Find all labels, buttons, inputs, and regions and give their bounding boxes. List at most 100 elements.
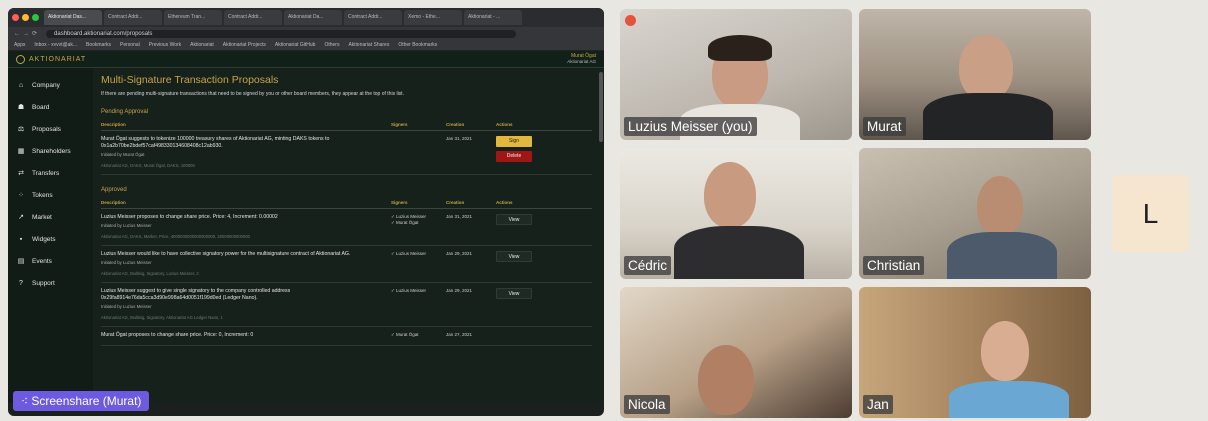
scrollbar[interactable] (599, 72, 603, 142)
table-row: Murat Ögat suggests to tokenize 100000 t… (101, 131, 592, 175)
view-button[interactable]: View (496, 251, 532, 262)
proposal-date: Jan 27, 2021 (446, 332, 473, 337)
browser-tab[interactable]: Aktionariat Da... (284, 10, 342, 25)
help-icon: ? (19, 279, 23, 287)
proposal-description: Murat Ögat suggests to tokenize 100000 t… (101, 136, 330, 149)
bookmark[interactable]: Previous Work (149, 42, 181, 48)
browser-tab[interactable]: Aktionariat - ... (464, 10, 522, 25)
participant-tile[interactable]: Cédric (620, 148, 852, 279)
bookmark[interactable]: Inbox - xvvvt@ak... (34, 42, 77, 48)
participant-video (947, 232, 1057, 279)
sidebar-item-transfers[interactable]: ⇄ Transfers (8, 162, 93, 184)
proposal-description: Murat Ögat proposes to change share pric… (101, 332, 254, 338)
sidebar-item-events[interactable]: ▤ Events (8, 250, 93, 272)
participant-video (977, 176, 1023, 236)
sidebar-item-market[interactable]: ↗ Market (8, 206, 93, 228)
participant-video (981, 321, 1029, 381)
browser-tab[interactable]: Contract Addr... (344, 10, 402, 25)
bookmarks-bar: Apps Inbox - xvvvt@ak... Bookmarks Perso… (8, 40, 604, 51)
browser-tab[interactable]: Ethereum Tran... (164, 10, 222, 25)
sidebar-item-label: Company (32, 81, 60, 89)
browser-tab-bar: Aktionariat Das... Contract Addr... Ethe… (8, 8, 604, 27)
sidebar: ⌂ Company ☗ Board ⚖ Proposals ▦ Shareholders… (8, 68, 93, 403)
home-icon: ⌂ (18, 81, 24, 89)
proposal-signers: ✓ Luzius Meisser ✓ Murat Ögat (391, 214, 427, 225)
sidebar-item-label: Board (32, 103, 50, 111)
proposal-signers: ✓ Murat Ögat (391, 332, 419, 337)
participant-video (698, 345, 754, 415)
participant-tile[interactable]: Luzius Meisser (you) (620, 9, 852, 140)
screen-share-panel[interactable]: Aktionariat Das... Contract Addr... Ethe… (8, 8, 604, 416)
participant-name: Christian (863, 256, 925, 275)
sidebar-item-board[interactable]: ☗ Board (8, 96, 93, 118)
sidebar-item-company[interactable]: ⌂ Company (8, 74, 93, 96)
bookmark[interactable]: Bookmarks (86, 42, 111, 48)
participant-avatar[interactable]: L (1112, 175, 1189, 252)
column-header: Description (101, 122, 126, 127)
sidebar-item-support[interactable]: ? Support (8, 272, 93, 294)
app-header: AKTIONARIAT Murat Ögat Aktionariat AG (8, 51, 604, 68)
participant-tile[interactable]: Christian (859, 148, 1091, 279)
table-row: Murat Ögat proposes to change share pric… (101, 327, 592, 346)
proposal-meta: Aktionariat AG, DAKS, Market, Price, 400… (101, 234, 250, 239)
user-menu[interactable]: Murat Ögat Aktionariat AG (567, 53, 596, 65)
bookmark[interactable]: Others (324, 42, 339, 48)
participant-tile[interactable]: Murat (859, 9, 1091, 140)
sidebar-item-proposals[interactable]: ⚖ Proposals (8, 118, 93, 140)
brand-name: AKTIONARIAT (29, 55, 87, 63)
bookmark[interactable]: Apps (14, 42, 25, 48)
bookmark[interactable]: Personal (120, 42, 140, 48)
table-row: Luzius Meisser would like to have collec… (101, 246, 592, 283)
pending-heading: Pending Approval (101, 109, 149, 115)
approved-heading: Approved (101, 187, 127, 193)
sidebar-item-label: Tokens (32, 191, 53, 199)
proposal-signers: ✓ Luzius Meisser (391, 288, 427, 293)
proposal-date: Jan 29, 2021 (446, 251, 473, 256)
view-button[interactable]: View (496, 288, 532, 299)
table-icon: ▦ (17, 148, 25, 155)
proposal-signers: ✓ Luzius Meisser (391, 251, 427, 256)
participant-name: Cédric (624, 256, 672, 275)
gavel-icon: ⚖ (17, 126, 25, 133)
bookmark[interactable]: Aktionariat GitHub (275, 42, 316, 48)
bookmark[interactable]: Aktionariat (190, 42, 214, 48)
close-window-icon[interactable] (12, 14, 19, 21)
column-header: Actions (496, 122, 513, 127)
participant-name: Jan (863, 395, 893, 414)
participant-video (704, 162, 756, 228)
proposals-content: Multi-Signature Transaction Proposals If… (93, 68, 604, 403)
proposal-initiator: Initiated by Luzius Meisser (101, 304, 152, 309)
sidebar-item-widgets[interactable]: ▪ Widgets (8, 228, 93, 250)
nav-arrows-icon[interactable]: ←→⟳ (14, 30, 40, 37)
proposal-date: Jan 31, 2021 (446, 214, 473, 219)
logo-icon (16, 54, 25, 64)
bookmark[interactable]: Other Bookmarks (398, 42, 437, 48)
proposal-date: Jan 31, 2021 (446, 136, 473, 141)
view-button[interactable]: View (496, 214, 532, 225)
browser-tab[interactable]: Contract Addr... (104, 10, 162, 25)
screenshare-icon: ⁖ (21, 394, 32, 408)
bookmark[interactable]: Aktionariat Shares (348, 42, 389, 48)
table-row: Luzius Meisser proposes to change share … (101, 209, 592, 246)
sidebar-item-tokens[interactable]: ⁘ Tokens (8, 184, 93, 206)
people-icon: ☗ (17, 104, 25, 111)
participant-name: Murat (863, 117, 906, 136)
proposal-description: Luzius Meisser would like to have collec… (101, 251, 351, 257)
sidebar-item-shareholders[interactable]: ▦ Shareholders (8, 140, 93, 162)
browser-tab[interactable]: Contract Addr... (224, 10, 282, 25)
proposal-initiator: Initiated by Luzius Meisser (101, 260, 152, 265)
browser-tab[interactable]: Aktionariat Das... (44, 10, 102, 25)
bookmark[interactable]: Aktionariat Projects (223, 42, 266, 48)
brand-logo[interactable]: AKTIONARIAT (16, 54, 87, 64)
delete-button[interactable]: Delete (496, 151, 532, 162)
browser-tab[interactable]: Xemo - Ethe... (404, 10, 462, 25)
participant-tile[interactable]: Jan (859, 287, 1091, 418)
participant-tile[interactable]: Nicola (620, 287, 852, 418)
url-field[interactable]: dashboard.aktionariat.com/proposals (46, 29, 517, 38)
proposal-date: Jan 29, 2021 (446, 288, 473, 293)
sign-button[interactable]: Sign (496, 136, 532, 147)
maximize-window-icon[interactable] (32, 14, 39, 21)
minimize-window-icon[interactable] (22, 14, 29, 21)
proposal-signers (391, 136, 446, 168)
events-icon: ▤ (17, 258, 25, 265)
